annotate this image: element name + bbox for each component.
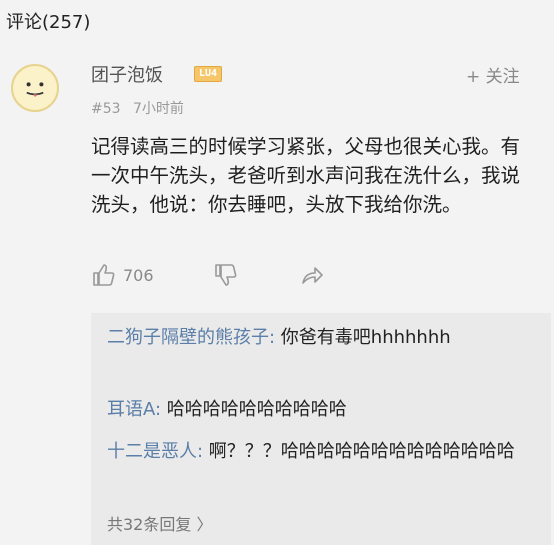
comment-meta: #53 7小时前 bbox=[91, 98, 192, 118]
thumbs-down-icon[interactable] bbox=[213, 262, 239, 288]
like-count: 706 bbox=[123, 266, 154, 285]
reply-item: 二狗子隔壁的熊孩子: 你爸有毒吧hhhhhhh bbox=[107, 325, 537, 350]
avatar[interactable] bbox=[11, 64, 59, 112]
reply-text: 哈哈哈哈哈哈哈哈哈哈 bbox=[161, 399, 347, 420]
comment-actions: 706 bbox=[91, 262, 391, 290]
level-badge: LU4 bbox=[194, 66, 223, 82]
reply-item: 耳语A: 哈哈哈哈哈哈哈哈哈哈 bbox=[107, 397, 537, 422]
reply-item: 十二是恶人: 啊？？？哈哈哈哈哈哈哈哈哈哈哈哈哈 bbox=[107, 439, 537, 464]
reply-text: 啊？？？哈哈哈哈哈哈哈哈哈哈哈哈哈 bbox=[203, 441, 515, 462]
share-icon[interactable] bbox=[299, 262, 325, 288]
follow-button[interactable]: + 关注 bbox=[466, 62, 520, 87]
comments-header: 评论(257) bbox=[6, 12, 91, 33]
thumbs-up-icon[interactable] bbox=[91, 262, 117, 288]
smiley-face-icon bbox=[26, 82, 44, 97]
comment-content: 记得读高三的时候学习紧张，父母也很关心我。有一次中午洗头，老爸听到水声问我在洗什… bbox=[91, 135, 521, 216]
timestamp: 7小时前 bbox=[133, 101, 184, 117]
reply-author[interactable]: 十二是恶人: bbox=[107, 441, 203, 462]
reply-section: 二狗子隔壁的熊孩子: 你爸有毒吧hhhhhhh 耳语A: 哈哈哈哈哈哈哈哈哈哈 … bbox=[91, 313, 551, 545]
view-all-replies-link[interactable]: 共32条回复 〉 bbox=[107, 511, 212, 535]
reply-author[interactable]: 耳语A: bbox=[107, 399, 161, 420]
reply-text: 你爸有毒吧hhhhhhh bbox=[275, 327, 451, 348]
username[interactable]: 团子泡饭 bbox=[91, 61, 163, 87]
reply-author[interactable]: 二狗子隔壁的熊孩子: bbox=[107, 327, 275, 348]
floor-number: #53 bbox=[91, 101, 121, 117]
